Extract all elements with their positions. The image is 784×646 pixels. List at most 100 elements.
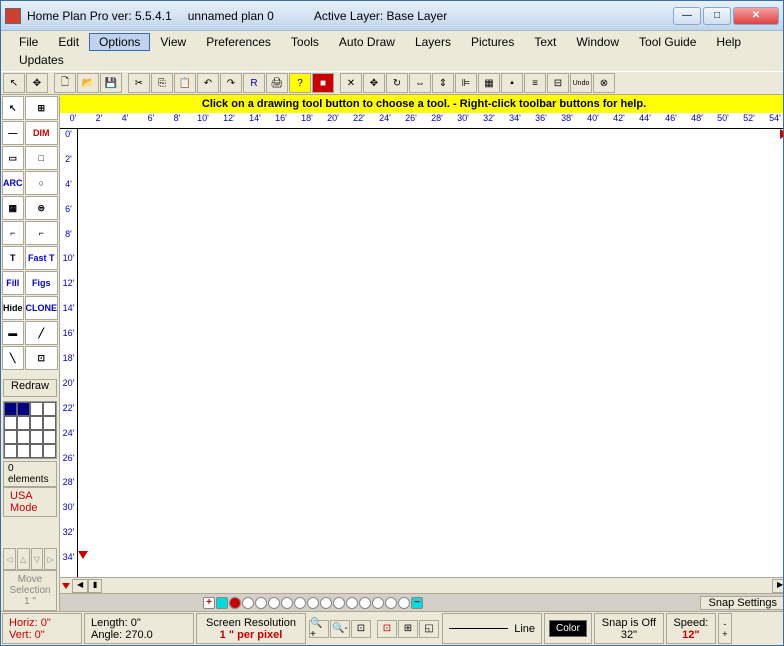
flip-v-icon[interactable]: ⇕ [432,73,454,93]
rotate-icon[interactable]: ↻ [386,73,408,93]
add-tab-button[interactable]: + [203,597,215,609]
zoom-fit-icon[interactable]: ⊡ [351,620,371,638]
menu-updates[interactable]: Updates [9,51,74,69]
misc-icon[interactable]: ⊗ [593,73,615,93]
tool-button[interactable]: ↖ [2,96,24,120]
layer-tab[interactable] [281,597,293,609]
tool-button[interactable]: Figs [25,271,59,295]
layer-icon[interactable]: ≡ [524,73,546,93]
menu-pictures[interactable]: Pictures [461,33,524,51]
scroll-left-button[interactable]: ◀ [72,579,88,593]
remove-tab-button[interactable]: − [411,597,423,609]
menu-options[interactable]: Options [89,33,150,51]
layer-tab[interactable] [216,597,228,609]
menu-view[interactable]: View [150,33,196,51]
zoom-extents-icon[interactable]: ⊞ [398,620,418,638]
menu-tool-guide[interactable]: Tool Guide [629,33,706,51]
layer-tab[interactable] [398,597,410,609]
help-icon[interactable]: ? [289,73,311,93]
menu-text[interactable]: Text [524,33,566,51]
layer-tab[interactable] [268,597,280,609]
menu-preferences[interactable]: Preferences [196,33,281,51]
zoom-prev-icon[interactable]: ◱ [419,620,439,638]
copy-icon[interactable]: ⎘ [151,73,173,93]
units-mode[interactable]: USA Mode [3,487,57,517]
tool-button[interactable]: ▬ [2,321,24,345]
undo-icon[interactable]: ↶ [197,73,219,93]
linetype-display[interactable]: Line [442,613,542,644]
nudge-arrows[interactable]: ◁△▽▷ [3,548,57,570]
tool-button[interactable]: CLONE [25,296,59,320]
delete-icon[interactable]: ✕ [340,73,362,93]
tool-button[interactable]: □ [25,146,59,170]
menu-auto-draw[interactable]: Auto Draw [329,33,405,51]
paste-icon[interactable]: 📋 [174,73,196,93]
r-icon[interactable]: R [243,73,265,93]
tool-button[interactable]: ARC [2,171,24,195]
tool-button[interactable]: ╱ [25,321,59,345]
color-button[interactable]: Color [549,620,587,637]
snap-icon[interactable]: ▦ [478,73,500,93]
menu-window[interactable]: Window [566,33,629,51]
tool-button[interactable]: Hide [2,296,24,320]
menu-layers[interactable]: Layers [405,33,461,51]
layer-tab[interactable] [255,597,267,609]
scroll-right-button[interactable]: ▶ [772,579,783,593]
tool-button[interactable]: ╲ [2,346,24,370]
layer-tab[interactable] [242,597,254,609]
tool-button[interactable]: ▦ [2,196,24,220]
layer-tab[interactable] [320,597,332,609]
layer-tab[interactable] [294,597,306,609]
zoom-window-icon[interactable]: ⊡ [377,620,397,638]
layer-tab[interactable] [372,597,384,609]
tool-button[interactable]: ⊞ [25,96,59,120]
scroll-thumb[interactable]: ▮ [88,579,102,593]
align-icon[interactable]: ⊫ [455,73,477,93]
tool-button[interactable]: ▭ [2,146,24,170]
tool-button[interactable]: ⊜ [25,196,59,220]
cut-icon[interactable]: ✂ [128,73,150,93]
pan-tool-icon[interactable]: ✥ [26,73,48,93]
redraw-button[interactable]: Redraw [3,379,57,397]
snap-settings-button[interactable]: Snap Settings [700,596,783,610]
zoom-out-icon[interactable]: 🔍- [330,620,350,638]
menu-file[interactable]: File [9,33,48,51]
close-button[interactable]: ✕ [733,7,779,25]
snap-status[interactable]: Snap is Off 32" [594,613,664,644]
save-icon[interactable]: 💾 [100,73,122,93]
tool-button[interactable]: ⌐ [25,221,59,245]
drawing-canvas[interactable] [78,129,783,577]
menu-tools[interactable]: Tools [281,33,329,51]
tool-button[interactable]: Fill [2,271,24,295]
dim-icon[interactable]: ⊟ [547,73,569,93]
flip-h-icon[interactable]: ⇔ [409,73,431,93]
menu-edit[interactable]: Edit [48,33,89,51]
pointer-tool-icon[interactable]: ↖ [3,73,25,93]
print-icon[interactable]: 🖨 [266,73,288,93]
minimize-button[interactable]: — [673,7,701,25]
maximize-button[interactable]: □ [703,7,731,25]
undo2-icon[interactable]: Undo [570,73,592,93]
menu-help[interactable]: Help [706,33,751,51]
layer-tab[interactable] [346,597,358,609]
zoom-in-icon[interactable]: 🔍+ [309,620,329,638]
layer-tab[interactable] [229,597,241,609]
layer-tab[interactable] [385,597,397,609]
layer-tab[interactable] [307,597,319,609]
grid-icon[interactable]: ▪ [501,73,523,93]
tool-button[interactable]: — [2,121,24,145]
speed-spinner[interactable]: -+ [718,613,732,644]
redo-icon[interactable]: ↷ [220,73,242,93]
line-weight-grid[interactable] [3,401,57,459]
new-icon[interactable]: 🗋 [54,73,76,93]
tool-button[interactable]: ⊡ [25,346,59,370]
tool-button[interactable]: DIM [25,121,59,145]
layer-tab[interactable] [359,597,371,609]
open-icon[interactable]: 📂 [77,73,99,93]
move-icon[interactable]: ✥ [363,73,385,93]
tool-button[interactable]: Fast T [25,246,59,270]
tool-button[interactable]: ⌐ [2,221,24,245]
tool-button[interactable]: T [2,246,24,270]
horizontal-scrollbar[interactable]: ◀ ▮ ▶ [60,577,783,593]
layer-tab[interactable] [333,597,345,609]
